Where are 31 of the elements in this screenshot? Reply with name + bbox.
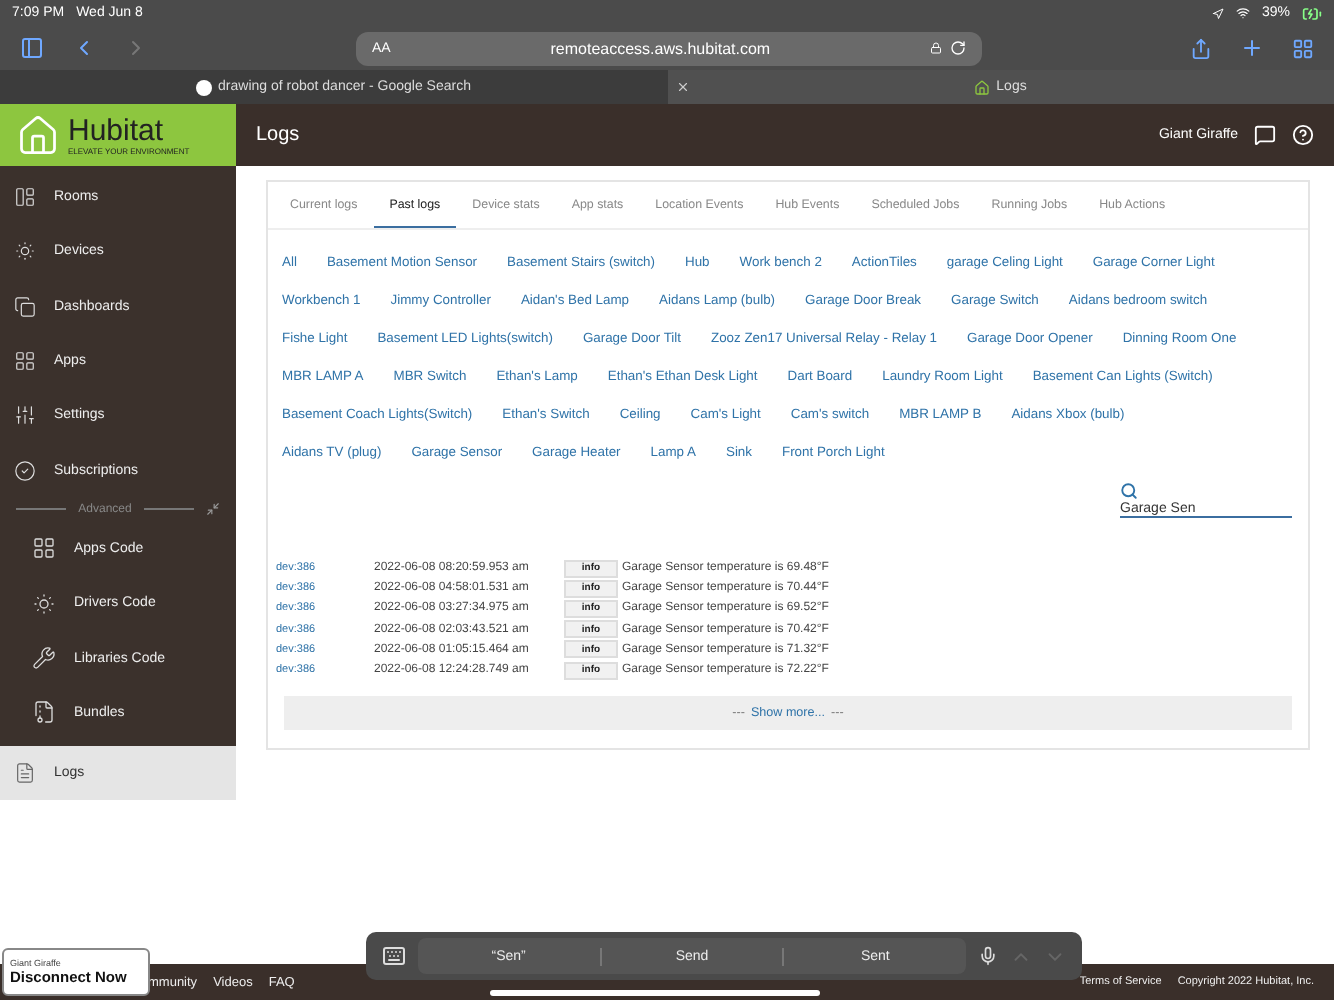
sliders-icon (14, 404, 36, 427)
chat-icon[interactable] (1254, 124, 1276, 146)
tabs-overview-icon[interactable] (1292, 37, 1314, 59)
panel-icon (14, 186, 36, 209)
logo-name: Hubitat (68, 115, 166, 145)
lock-icon (930, 42, 942, 54)
page-title: Logs (256, 124, 300, 146)
favicon-icon (196, 79, 213, 95)
grid-icon (14, 350, 36, 373)
keyboard-icon[interactable] (382, 944, 406, 968)
help-icon[interactable] (1292, 124, 1314, 146)
grid-icon (32, 536, 56, 561)
share-icon[interactable] (1190, 37, 1212, 59)
search-icon (1120, 482, 1138, 500)
new-tab-icon[interactable] (1240, 36, 1264, 60)
wifi-icon (1235, 6, 1250, 20)
location-icon (1211, 7, 1224, 19)
url-text: remoteaccess.aws.hubitat.com (548, 39, 773, 57)
close-icon[interactable] (675, 80, 689, 94)
mic-icon[interactable] (978, 946, 998, 966)
house-icon (16, 113, 60, 157)
wrench-icon (32, 646, 56, 671)
battery-icon (1302, 3, 1322, 23)
stacked-squares-icon (14, 295, 36, 318)
sidebar-toggle-icon[interactable] (20, 36, 44, 60)
house-icon (974, 79, 991, 95)
archive-icon (32, 700, 56, 725)
reload-icon[interactable] (950, 40, 966, 56)
document-icon (14, 762, 36, 785)
collapse-icon[interactable] (206, 502, 220, 517)
check-circle-icon (14, 459, 36, 482)
